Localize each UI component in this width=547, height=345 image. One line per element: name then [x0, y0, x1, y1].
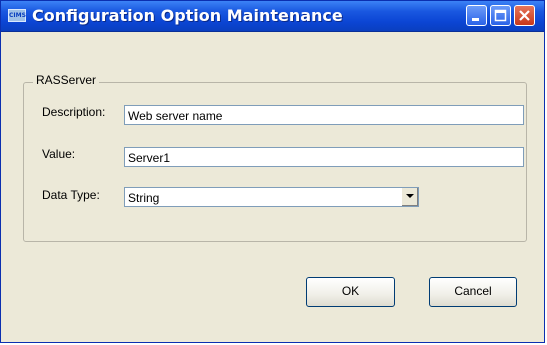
value-label: Value: — [42, 147, 76, 161]
minimize-icon — [472, 18, 479, 21]
dropdown-arrow-button[interactable] — [401, 188, 418, 206]
ok-button[interactable]: OK — [306, 277, 395, 307]
dialog-window: CIMS Configuration Option Maintenance RA… — [0, 0, 545, 343]
app-icon: CIMS — [8, 9, 26, 22]
group-box-title: RASServer — [33, 73, 100, 87]
description-label: Description: — [42, 105, 106, 119]
data-type-selected-value: String — [128, 191, 160, 205]
window-title: Configuration Option Maintenance — [32, 6, 343, 25]
chevron-down-icon — [406, 194, 414, 198]
minimize-button[interactable] — [466, 5, 487, 26]
close-button[interactable] — [514, 5, 535, 26]
title-bar[interactable]: CIMS Configuration Option Maintenance — [1, 1, 544, 32]
data-type-dropdown[interactable]: String — [124, 187, 419, 207]
data-type-label: Data Type: — [42, 188, 100, 202]
maximize-icon — [494, 9, 507, 22]
maximize-button[interactable] — [490, 5, 511, 26]
description-field[interactable]: Web server name — [124, 105, 524, 125]
cancel-button[interactable]: Cancel — [429, 277, 517, 307]
close-icon — [519, 10, 530, 21]
value-field[interactable]: Server1 — [124, 147, 524, 167]
